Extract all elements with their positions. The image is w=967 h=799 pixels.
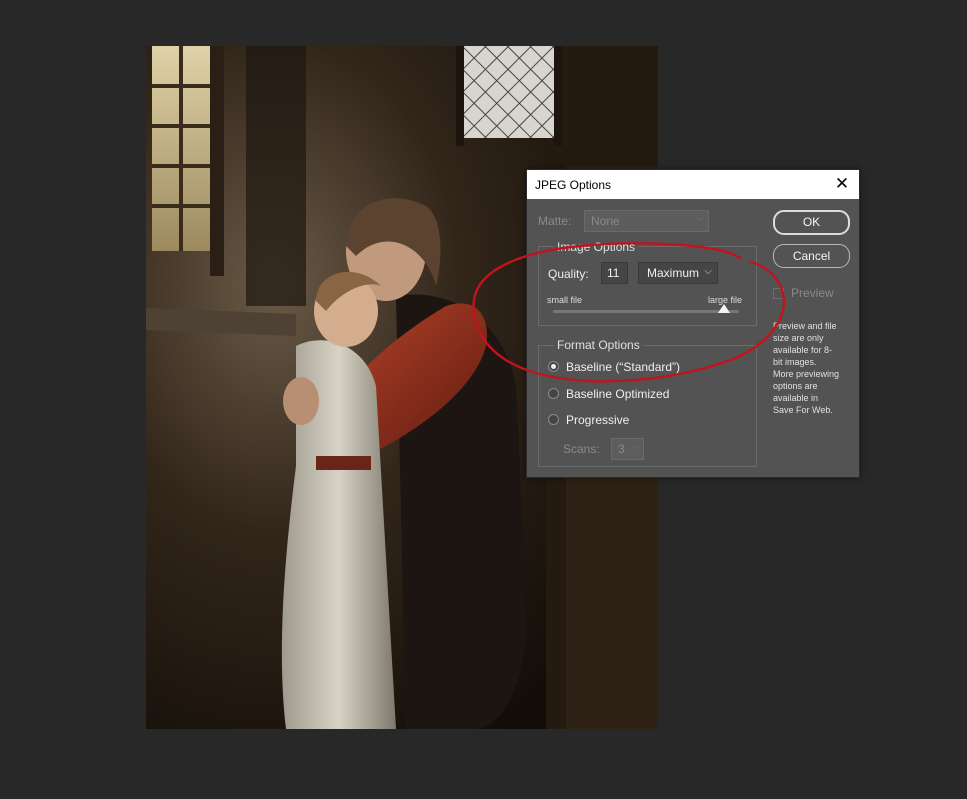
- dialog-title: JPEG Options: [535, 178, 612, 192]
- radio-baseline-optimized[interactable]: [548, 388, 559, 399]
- image-options-group: [538, 246, 757, 326]
- baseline-standard-label: Baseline (“Standard”): [566, 360, 681, 374]
- note-line: options are: [773, 381, 818, 391]
- matte-select: None ⌵: [584, 210, 709, 232]
- dialog-titlebar[interactable]: JPEG Options ✕: [527, 170, 859, 199]
- radio-progressive[interactable]: [548, 414, 559, 425]
- quality-preset-value: Maximum: [647, 266, 700, 280]
- note-line: available in: [773, 393, 819, 403]
- note-line: More previewing: [773, 369, 840, 379]
- jpeg-options-dialog: JPEG Options ✕ Matte: None ⌵ Image Optio…: [526, 169, 860, 478]
- matte-value: None: [591, 214, 620, 228]
- preview-note: Preview and file size are only available…: [773, 320, 853, 416]
- chevron-down-icon: ⌵: [632, 441, 639, 451]
- note-line: available for 8-: [773, 345, 833, 355]
- quality-input[interactable]: 11: [601, 262, 628, 284]
- quality-slider-track[interactable]: [553, 310, 739, 313]
- note-line: Save For Web.: [773, 405, 833, 415]
- quality-slider-thumb[interactable]: [717, 304, 730, 313]
- scans-label: Scans:: [563, 442, 600, 456]
- chevron-down-icon: ⌵: [704, 266, 712, 277]
- preview-checkbox: [773, 288, 784, 299]
- quality-preset-select[interactable]: Maximum ⌵: [638, 262, 718, 284]
- format-options-title: Format Options: [554, 338, 643, 352]
- close-icon[interactable]: ✕: [831, 173, 853, 195]
- chevron-down-icon: ⌵: [697, 213, 704, 223]
- quality-label: Quality:: [548, 267, 589, 281]
- note-line: size are only: [773, 333, 824, 343]
- cancel-button[interactable]: Cancel: [773, 244, 850, 268]
- baseline-optimized-label: Baseline Optimized: [566, 387, 670, 401]
- image-options-title: Image Options: [554, 240, 639, 254]
- note-line: Preview and file: [773, 321, 837, 331]
- slider-min-label: small file: [547, 295, 583, 305]
- scans-value: 3: [618, 442, 625, 456]
- note-line: bit images.: [773, 357, 817, 367]
- ok-button[interactable]: OK: [773, 210, 850, 235]
- progressive-label: Progressive: [566, 413, 630, 427]
- scans-select: 3 ⌵: [611, 438, 644, 460]
- quality-value: 11: [607, 266, 620, 280]
- matte-label: Matte:: [538, 214, 572, 228]
- radio-baseline-standard[interactable]: [548, 361, 559, 372]
- preview-label: Preview: [791, 286, 834, 300]
